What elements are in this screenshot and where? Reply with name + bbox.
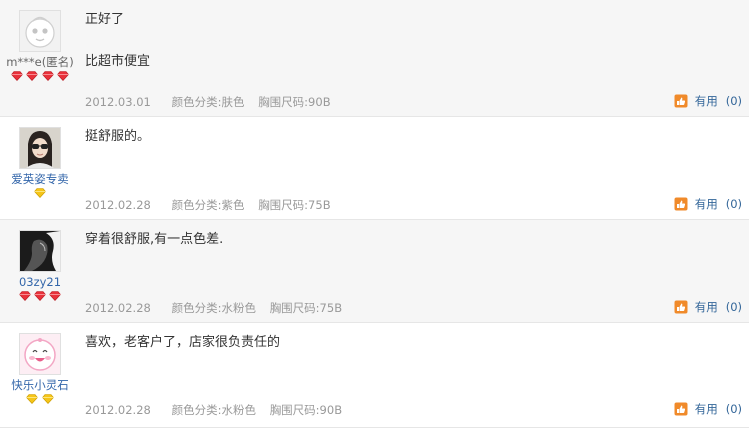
comment-line: 正好了: [85, 12, 125, 27]
sku-size: 胸围尺码:90B: [258, 95, 331, 109]
red-diamond-icon: [41, 71, 54, 81]
useful-button[interactable]: 有用 (0): [674, 196, 742, 212]
thumb-up-icon: [674, 197, 688, 211]
review-content: 穿着很舒服,有一点色差.: [85, 230, 645, 250]
review-list: m***e(匿名) 正好了 比超市便宜 2012.03.01 颜色分类:肤色 胸…: [0, 0, 750, 429]
red-diamond-icon: [49, 291, 61, 301]
pink-cartoon-avatar[interactable]: [19, 333, 61, 375]
useful-count: (0): [725, 94, 742, 108]
review-user: 03zy21: [0, 230, 80, 302]
thumb-up-icon: [674, 402, 688, 416]
review-meta: 2012.02.28 颜色分类:紫色 胸围尺码:75B: [85, 197, 331, 213]
dark-silhouette-avatar[interactable]: [19, 230, 61, 272]
buyer-rank: [0, 71, 80, 82]
useful-label: 有用: [694, 300, 718, 314]
review-meta: 2012.02.28 颜色分类:水粉色 胸围尺码:75B: [85, 300, 342, 316]
review-date: 2012.02.28: [85, 198, 151, 212]
review-item: 爱英姿专卖 挺舒服的。 2012.02.28 颜色分类:紫色 胸围尺码:75B …: [0, 117, 749, 220]
gold-diamond-icon: [34, 188, 46, 198]
review-content: 挺舒服的。: [85, 127, 645, 147]
comment-line: 穿着很舒服,有一点色差.: [85, 232, 224, 247]
username[interactable]: 03zy21: [0, 275, 80, 289]
useful-button[interactable]: 有用 (0): [674, 299, 742, 315]
review-item: 03zy21 穿着很舒服,有一点色差. 2012.02.28 颜色分类:水粉色 …: [0, 220, 749, 323]
gold-diamond-icon: [41, 394, 54, 404]
red-diamond-icon: [26, 71, 39, 81]
red-diamond-icon: [19, 291, 31, 301]
review-item: m***e(匿名) 正好了 比超市便宜 2012.03.01 颜色分类:肤色 胸…: [0, 0, 749, 117]
sku-color: 颜色分类:水粉色: [171, 301, 257, 315]
thumb-up-icon: [674, 94, 688, 108]
review-user: m***e(匿名): [0, 10, 80, 82]
review-item: 快乐小灵石 喜欢，老客户了，店家很负责任的 2012.02.28 颜色分类:水粉…: [0, 323, 749, 428]
useful-label: 有用: [694, 402, 718, 416]
review-content: 正好了 比超市便宜: [85, 10, 645, 72]
girl-photo-avatar[interactable]: [19, 127, 61, 169]
review-meta: 2012.03.01 颜色分类:肤色 胸围尺码:90B: [85, 94, 331, 110]
review-date: 2012.02.28: [85, 403, 151, 417]
buyer-rank: [0, 394, 80, 405]
review-date: 2012.02.28: [85, 301, 151, 315]
username[interactable]: 爱英姿专卖: [0, 172, 80, 186]
useful-count: (0): [725, 197, 742, 211]
red-diamond-icon: [56, 71, 69, 81]
review-content: 喜欢，老客户了，店家很负责任的: [85, 333, 645, 353]
sku-size: 胸围尺码:75B: [258, 198, 331, 212]
review-user: 爱英姿专卖: [0, 127, 80, 199]
review-user: 快乐小灵石: [0, 333, 80, 405]
red-diamond-icon: [34, 291, 46, 301]
buyer-rank: [0, 291, 80, 302]
useful-label: 有用: [694, 197, 718, 211]
useful-label: 有用: [694, 94, 718, 108]
review-meta: 2012.02.28 颜色分类:水粉色 胸围尺码:90B: [85, 402, 342, 418]
gold-diamond-icon: [26, 394, 39, 404]
comment-line: 喜欢，老客户了，店家很负责任的: [85, 335, 281, 350]
sku-color: 颜色分类:肤色: [171, 95, 245, 109]
anonymous-face-avatar[interactable]: [19, 10, 61, 52]
useful-count: (0): [725, 402, 742, 416]
red-diamond-icon: [11, 71, 24, 81]
useful-button[interactable]: 有用 (0): [674, 93, 742, 109]
sku-size: 胸围尺码:75B: [269, 301, 343, 315]
sku-size: 胸围尺码:90B: [269, 403, 343, 417]
sku-color: 颜色分类:紫色: [171, 198, 245, 212]
useful-count: (0): [725, 300, 742, 314]
review-date: 2012.03.01: [85, 95, 151, 109]
thumb-up-icon: [674, 300, 688, 314]
useful-button[interactable]: 有用 (0): [674, 401, 742, 417]
comment-line: 比超市便宜: [85, 54, 151, 69]
sku-color: 颜色分类:水粉色: [171, 403, 257, 417]
buyer-rank: [0, 188, 80, 199]
comment-line: 挺舒服的。: [85, 129, 151, 144]
